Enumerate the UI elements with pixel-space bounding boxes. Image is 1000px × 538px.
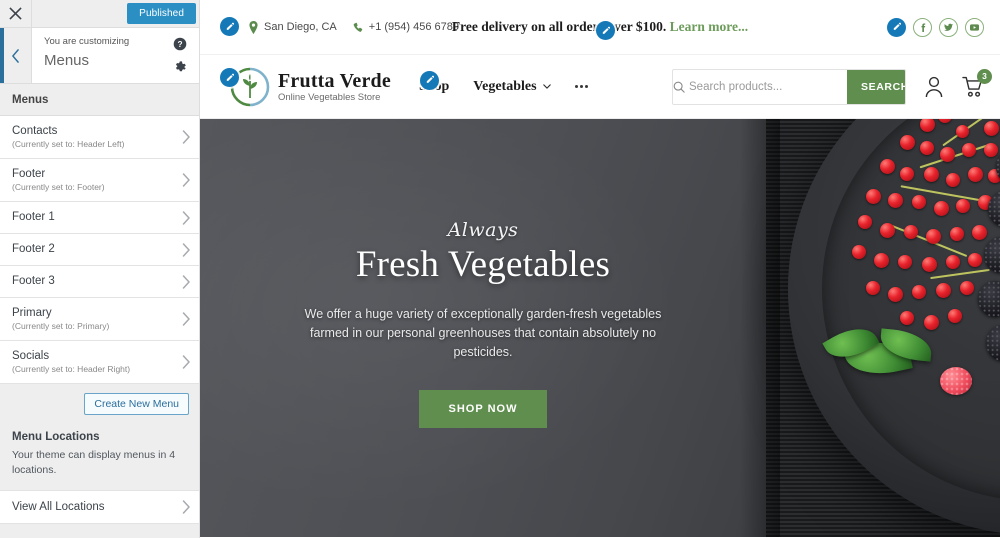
search-form[interactable]: SEARCH xyxy=(672,68,906,105)
hero-banner: TRADITIONAL NAT ORGANIC Always Fresh Veg… xyxy=(200,119,1000,537)
create-menu-row: Create New Menu xyxy=(0,384,199,425)
hero-plate-image: TRADITIONAL NAT ORGANIC xyxy=(788,119,1000,535)
customizer-body: Contacts (Currently set to: Header Left)… xyxy=(0,116,199,538)
menu-item-primary[interactable]: Primary (Currently set to: Primary) xyxy=(0,298,199,341)
menu-item-location: (Currently set to: Header Left) xyxy=(12,139,125,149)
cart-icon[interactable]: 3 xyxy=(962,68,992,98)
cart-count-badge: 3 xyxy=(977,68,992,84)
menu-locations-title: Menu Locations xyxy=(12,431,100,443)
nav-link-label: Vegetables xyxy=(473,78,537,94)
hero-title: Fresh Vegetables xyxy=(355,243,611,285)
menu-item-footer-3[interactable]: Footer 3 xyxy=(0,266,199,298)
hero-copy: Always Fresh Vegetables We offer a huge … xyxy=(200,119,766,537)
edit-logo-pencil-icon[interactable] xyxy=(220,68,239,87)
topbar-location: San Diego, CA xyxy=(248,20,337,34)
search-input[interactable] xyxy=(685,80,847,93)
menu-item-name: Footer 1 xyxy=(12,211,55,223)
customizer-sidebar: Published You are customizing Menus ? Me… xyxy=(0,0,200,538)
map-pin-icon xyxy=(249,20,258,34)
nav-right-tools: SEARCH 3 xyxy=(672,68,992,105)
topbar-promo-link[interactable]: Learn more... xyxy=(670,19,748,34)
search-button[interactable]: SEARCH xyxy=(847,69,905,104)
nav-link-vegetables[interactable]: Vegetables xyxy=(473,78,551,95)
customizer-header-icons: ? xyxy=(165,28,199,83)
edit-brand-pencil-icon[interactable] xyxy=(420,70,439,90)
menu-item-name: Footer 3 xyxy=(12,275,55,287)
close-icon[interactable] xyxy=(0,0,32,27)
more-dots-icon[interactable] xyxy=(574,85,588,88)
customizer-header-text: You are customizing Menus xyxy=(32,28,165,83)
chevron-right-icon xyxy=(182,173,191,187)
menu-item-location: (Currently set to: Primary) xyxy=(12,321,110,331)
menu-item-name: Primary xyxy=(12,307,52,319)
brand-text: Frutta Verde Online Vegetables Store xyxy=(278,69,439,104)
chevron-right-icon xyxy=(182,312,191,326)
topbar-phone: +1 (954) 456 6789 xyxy=(353,21,459,34)
menu-item-location: (Currently set to: Header Right) xyxy=(12,364,131,374)
menu-item-contacts[interactable]: Contacts (Currently set to: Header Left) xyxy=(0,116,199,159)
chevron-right-icon xyxy=(182,242,191,257)
site-topbar: San Diego, CA +1 (954) 456 6789 Free del… xyxy=(200,0,1000,55)
chevron-right-icon xyxy=(182,130,191,144)
topbar-phone-label: +1 (954) 456 6789 xyxy=(368,21,459,33)
site-navbar: Frutta Verde Online Vegetables Store Sho… xyxy=(200,55,1000,119)
help-icon[interactable]: ? xyxy=(173,37,187,51)
topbar-promo: Free delivery on all orders over $100. L… xyxy=(450,17,750,40)
topbar-socials xyxy=(887,17,984,37)
chevron-right-icon xyxy=(182,355,191,369)
menu-item-footer[interactable]: Footer (Currently set to: Footer) xyxy=(0,159,199,202)
search-icon xyxy=(673,81,685,93)
site-brand[interactable]: Frutta Verde Online Vegetables Store xyxy=(218,67,439,107)
menus-section-title: Menus xyxy=(0,84,199,116)
menu-item-socials[interactable]: Socials (Currently set to: Header Right) xyxy=(0,341,199,384)
view-all-locations-label: View All Locations xyxy=(12,501,105,513)
edit-socials-pencil-icon[interactable] xyxy=(887,17,906,37)
menu-item-name: Footer 2 xyxy=(12,243,55,255)
panel-title: Menus xyxy=(44,52,90,69)
chevron-right-icon xyxy=(182,500,191,514)
shop-now-button[interactable]: SHOP NOW xyxy=(418,389,548,428)
chevron-down-icon xyxy=(542,84,551,89)
view-all-locations-item[interactable]: View All Locations xyxy=(0,490,199,524)
primary-nav: Shop Vegetables xyxy=(419,79,588,95)
menu-item-name: Contacts xyxy=(12,125,58,137)
published-button[interactable]: Published xyxy=(127,3,196,24)
site-preview: San Diego, CA +1 (954) 456 6789 Free del… xyxy=(200,0,1000,538)
svg-text:?: ? xyxy=(177,39,182,49)
menu-item-footer-1[interactable]: Footer 1 xyxy=(0,202,199,234)
topbar-location-label: San Diego, CA xyxy=(264,21,337,33)
customizing-label: You are customizing xyxy=(44,36,130,47)
youtube-icon[interactable] xyxy=(965,17,984,37)
facebook-icon[interactable] xyxy=(913,17,932,37)
chevron-right-icon xyxy=(182,274,191,289)
topbar-promo-text: Free delivery on all orders over $100. xyxy=(451,19,667,34)
twitter-icon[interactable] xyxy=(939,17,958,37)
user-icon[interactable] xyxy=(924,76,944,98)
hero-script-text: Always xyxy=(447,218,519,241)
hero-subtitle: We offer a huge variety of exceptionally… xyxy=(304,306,662,359)
menu-item-location: (Currently set to: Footer) xyxy=(12,182,105,192)
chevron-right-icon xyxy=(182,210,191,225)
menu-item-name: Footer xyxy=(12,168,46,180)
customizer-app: Published You are customizing Menus ? Me… xyxy=(0,0,1000,538)
customizer-header: You are customizing Menus ? xyxy=(0,28,199,84)
brand-tagline: Online Vegetables Store xyxy=(278,91,381,103)
menu-locations-block: Menu Locations Your theme can display me… xyxy=(0,425,199,490)
edit-contacts-pencil-icon[interactable] xyxy=(220,17,239,36)
topbar-contact-info: San Diego, CA +1 (954) 456 6789 xyxy=(218,20,459,34)
customizer-topbar: Published xyxy=(0,0,199,28)
gear-icon[interactable] xyxy=(173,60,187,74)
brand-name: Frutta Verde xyxy=(278,69,391,92)
hero-berries xyxy=(788,119,1000,535)
menu-locations-description: Your theme can display menus in 4 locati… xyxy=(12,449,176,476)
phone-icon xyxy=(353,22,363,32)
menu-item-name: Socials xyxy=(12,350,50,362)
create-new-menu-button[interactable]: Create New Menu xyxy=(84,393,189,415)
edit-promo-pencil-icon[interactable] xyxy=(596,21,615,40)
menu-item-footer-2[interactable]: Footer 2 xyxy=(0,234,199,266)
back-button[interactable] xyxy=(0,28,32,83)
